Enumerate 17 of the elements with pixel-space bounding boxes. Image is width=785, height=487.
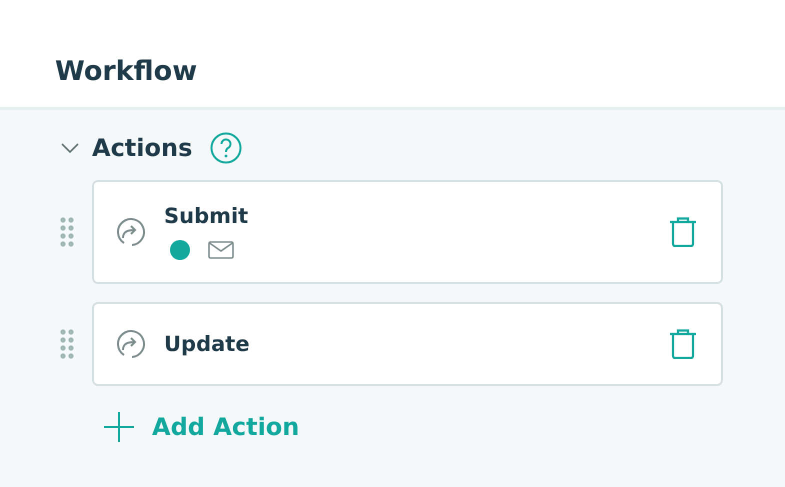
help-icon[interactable] bbox=[210, 132, 242, 164]
delete-button[interactable] bbox=[669, 217, 697, 247]
delete-button[interactable] bbox=[669, 329, 697, 359]
chevron-icon bbox=[60, 142, 80, 154]
section-title: Actions bbox=[92, 134, 192, 162]
collapse-toggle[interactable] bbox=[60, 142, 80, 154]
plus-icon bbox=[104, 412, 134, 442]
trash-icon bbox=[669, 329, 697, 359]
trash-icon bbox=[669, 217, 697, 247]
page-title: Workflow bbox=[55, 56, 198, 87]
envelope-icon bbox=[208, 241, 234, 259]
action-name: Submit bbox=[164, 204, 250, 228]
action-card[interactable]: Update bbox=[92, 302, 723, 386]
action-name: Update bbox=[164, 332, 251, 356]
drag-handle-icon[interactable] bbox=[60, 217, 74, 247]
drag-handle-icon[interactable] bbox=[60, 329, 74, 359]
action-card[interactable]: Submit bbox=[92, 180, 723, 284]
